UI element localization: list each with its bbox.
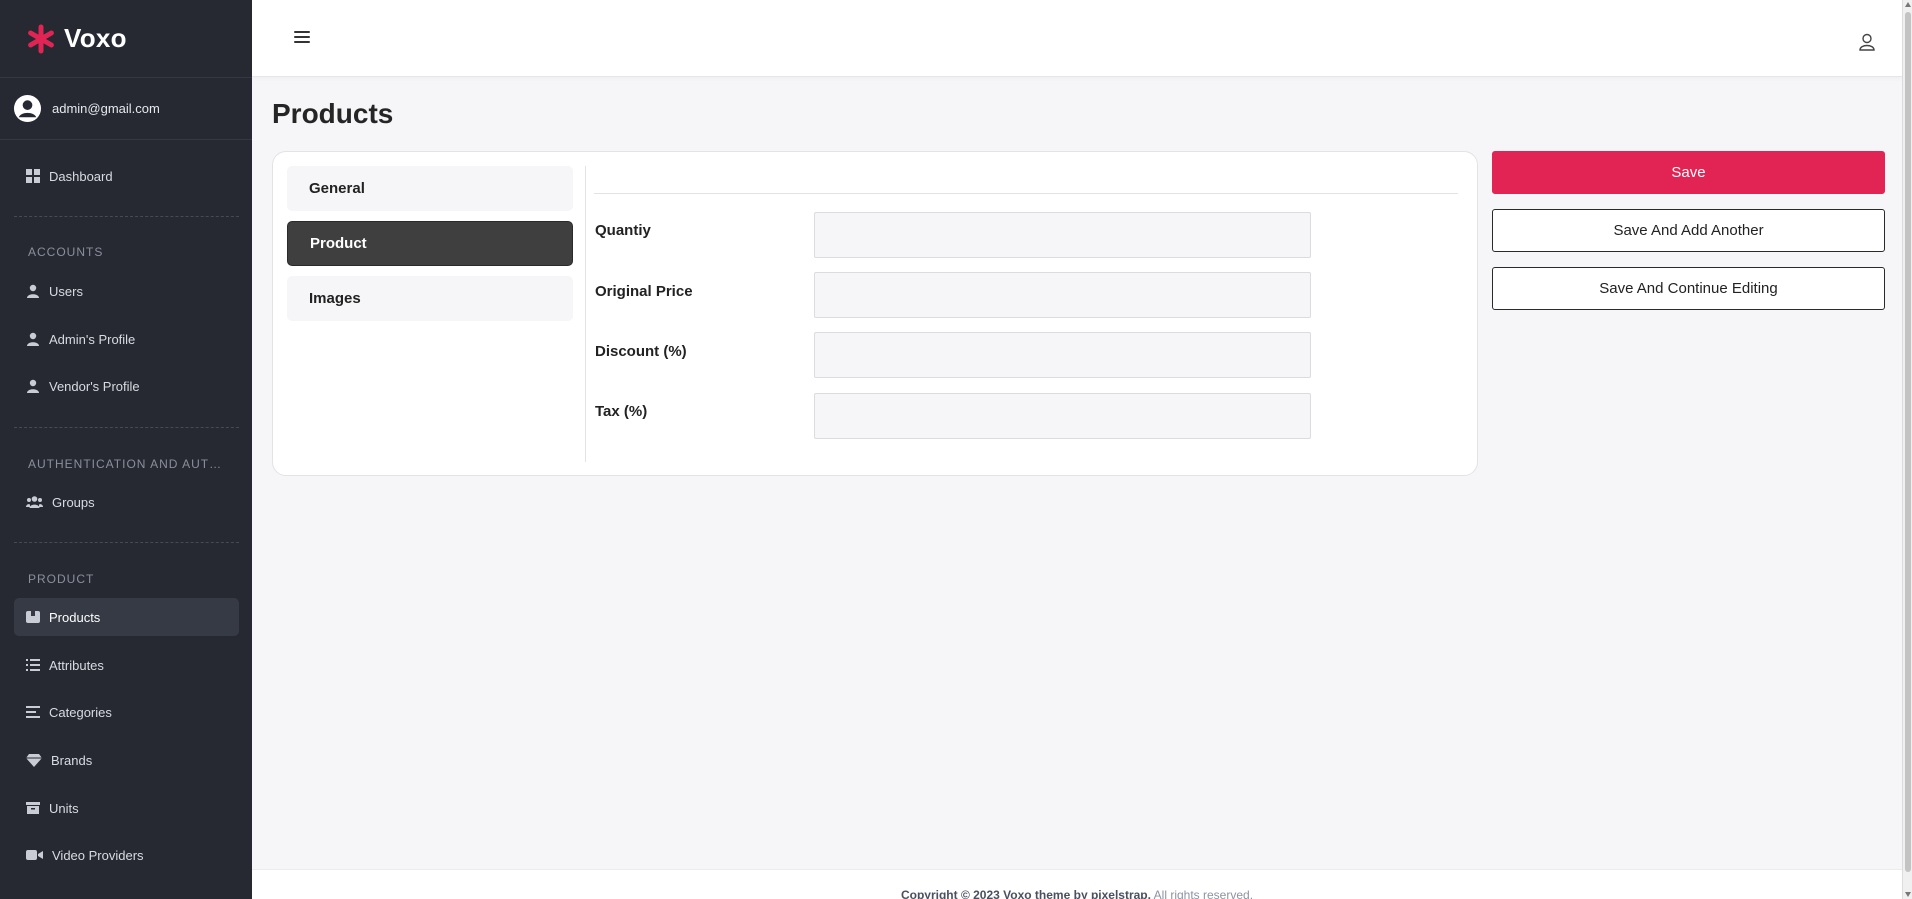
footer-copyright: Copyright © 2023 Voxo theme by pixelstra… bbox=[900, 888, 1151, 899]
quantity-label: Quantiy bbox=[595, 222, 651, 239]
product-form-card: General Product Images Quantiy Original … bbox=[272, 151, 1478, 476]
footer-rights: All rights reserved. bbox=[1153, 888, 1254, 899]
user-icon bbox=[27, 284, 39, 298]
sidebar-item-label: Brands bbox=[51, 752, 93, 768]
save-continue-editing-button[interactable]: Save And Continue Editing bbox=[1492, 267, 1885, 310]
asterisk-logo-icon bbox=[28, 24, 54, 53]
archive-icon bbox=[26, 802, 40, 814]
tab-product[interactable]: Product bbox=[287, 221, 573, 266]
sidebar-item-vendor-profile[interactable]: Vendor's Profile bbox=[14, 367, 239, 405]
list-icon bbox=[26, 659, 40, 671]
top-header bbox=[252, 0, 1902, 77]
user-icon bbox=[27, 332, 39, 346]
user-icon bbox=[27, 379, 39, 393]
sidebar-item-label: Products bbox=[49, 609, 101, 625]
sidebar-item-categories[interactable]: Categories bbox=[14, 693, 239, 731]
sidebar-item-label: Attributes bbox=[49, 657, 104, 673]
users-group-icon bbox=[26, 496, 43, 508]
original-price-label: Original Price bbox=[595, 283, 693, 300]
sidebar-item-label: Users bbox=[49, 283, 83, 299]
video-icon bbox=[26, 850, 43, 860]
sidebar-item-video-providers[interactable]: Video Providers bbox=[14, 836, 239, 874]
tax-label: Tax (%) bbox=[595, 403, 648, 420]
scrollbar-thumb[interactable] bbox=[1905, 12, 1911, 872]
sidebar-item-label: Categories bbox=[49, 704, 112, 720]
brand[interactable]: Voxo bbox=[0, 0, 252, 78]
save-button[interactable]: Save bbox=[1492, 151, 1885, 194]
scroll-up-arrow-icon[interactable] bbox=[1905, 2, 1911, 7]
tab-general[interactable]: General bbox=[287, 166, 573, 211]
user-email: admin@gmail.com bbox=[52, 101, 160, 116]
sidebar-item-label: Units bbox=[49, 800, 79, 816]
section-title-product: PRODUCT bbox=[28, 572, 95, 586]
sidebar-item-label: Groups bbox=[52, 494, 95, 510]
user-account-icon[interactable] bbox=[1858, 33, 1876, 51]
scroll-down-arrow-icon[interactable] bbox=[1905, 892, 1911, 897]
tax-input[interactable] bbox=[814, 393, 1311, 439]
section-title-accounts: ACCOUNTS bbox=[28, 245, 104, 259]
sidebar-item-label: Video Providers bbox=[52, 847, 144, 863]
quantity-input[interactable] bbox=[814, 212, 1311, 258]
form-header-divider bbox=[594, 193, 1458, 194]
sidebar-item-dashboard[interactable]: Dashboard bbox=[14, 157, 239, 195]
sidebar-item-admin-profile[interactable]: Admin's Profile bbox=[14, 320, 239, 358]
section-title-auth: AUTHENTICATION AND AUTHORIZATION bbox=[28, 457, 224, 471]
save-add-another-button[interactable]: Save And Add Another bbox=[1492, 209, 1885, 252]
page-title: Products bbox=[272, 98, 394, 129]
sidebar-divider bbox=[14, 542, 239, 543]
tab-divider bbox=[585, 166, 586, 462]
sidebar-item-units[interactable]: Units bbox=[14, 789, 239, 827]
original-price-input[interactable] bbox=[814, 272, 1311, 318]
discount-label: Discount (%) bbox=[595, 343, 687, 360]
discount-input[interactable] bbox=[814, 332, 1311, 378]
bars-icon bbox=[26, 706, 40, 718]
user-profile[interactable]: admin@gmail.com bbox=[0, 78, 252, 140]
sidebar-divider bbox=[14, 427, 239, 428]
hamburger-menu-icon[interactable] bbox=[294, 31, 310, 45]
sidebar-item-products[interactable]: Products bbox=[14, 598, 239, 636]
grid-icon bbox=[26, 169, 40, 183]
tab-images[interactable]: Images bbox=[287, 276, 573, 321]
box-icon bbox=[26, 611, 40, 623]
sidebar-item-label: Admin's Profile bbox=[49, 331, 136, 347]
sidebar-item-groups[interactable]: Groups bbox=[14, 483, 239, 521]
sidebar-item-attributes[interactable]: Attributes bbox=[14, 646, 239, 684]
sidebar-divider bbox=[14, 216, 239, 217]
gem-icon bbox=[26, 754, 42, 767]
page-scrollbar[interactable] bbox=[1902, 0, 1912, 899]
brand-name: Voxo bbox=[64, 23, 127, 53]
sidebar-item-users[interactable]: Users bbox=[14, 272, 239, 310]
sidebar-item-brands[interactable]: Brands bbox=[14, 741, 239, 779]
user-circle-icon bbox=[13, 94, 42, 123]
sidebar-item-label: Vendor's Profile bbox=[49, 378, 140, 394]
sidebar: Voxo admin@gmail.com Dashboard ACCOUNTS … bbox=[0, 0, 252, 899]
sidebar-item-label: Dashboard bbox=[49, 168, 113, 184]
footer: Copyright © 2023 Voxo theme by pixelstra… bbox=[252, 869, 1902, 899]
